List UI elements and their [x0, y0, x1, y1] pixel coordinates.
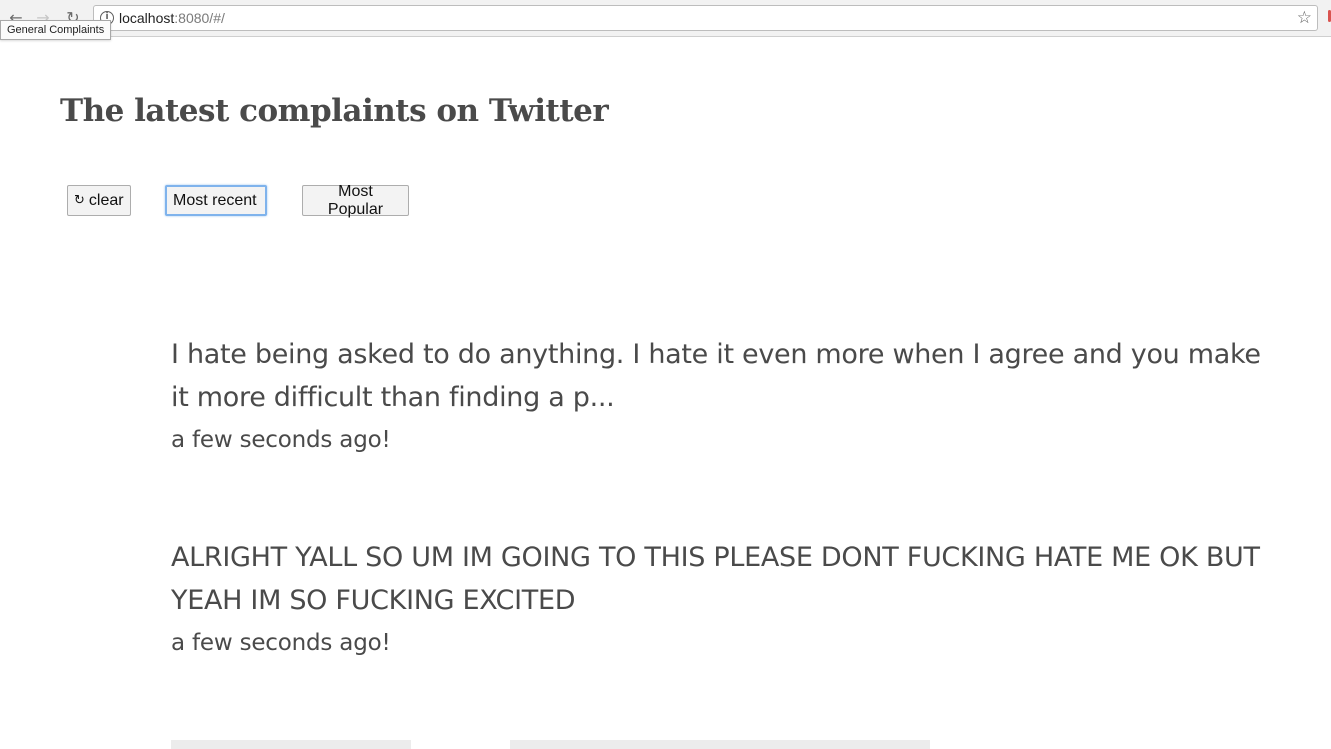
most-popular-button[interactable]: Most Popular [302, 183, 409, 218]
clear-button-label: clear [88, 191, 124, 209]
tweet-item: ALRIGHT YALL SO UM IM GOING TO THIS PLEA… [171, 536, 1261, 656]
tab-tooltip: General Complaints [0, 20, 112, 40]
tweet-item: I hate being asked to do anything. I hat… [171, 333, 1261, 453]
page-title: The latest complaints on Twitter [60, 93, 609, 129]
address-bar[interactable]: i localhost:8080/#/ ☆ [93, 5, 1318, 31]
url-path: :8080/#/ [174, 10, 225, 26]
tweet-text: ALRIGHT YALL SO UM IM GOING TO THIS PLEA… [171, 542, 1260, 616]
clear-button[interactable]: ↻ clear [67, 185, 131, 216]
most-recent-button[interactable]: Most recent [165, 185, 267, 216]
tweet-text: I hate being asked to do anything. I hat… [171, 339, 1261, 413]
url-text[interactable]: localhost:8080/#/ [119, 10, 225, 26]
star-icon[interactable]: ☆ [1297, 8, 1312, 28]
url-host: localhost [119, 10, 175, 26]
tweet-timestamp: a few seconds ago! [171, 630, 391, 656]
refresh-icon: ↻ [74, 193, 85, 208]
cut-off-tweet-text [510, 740, 930, 749]
tweet-timestamp: a few seconds ago! [171, 427, 391, 453]
cut-off-tweet-text [171, 740, 411, 749]
browser-toolbar: ← → ↻ i localhost:8080/#/ ☆ [0, 0, 1331, 37]
